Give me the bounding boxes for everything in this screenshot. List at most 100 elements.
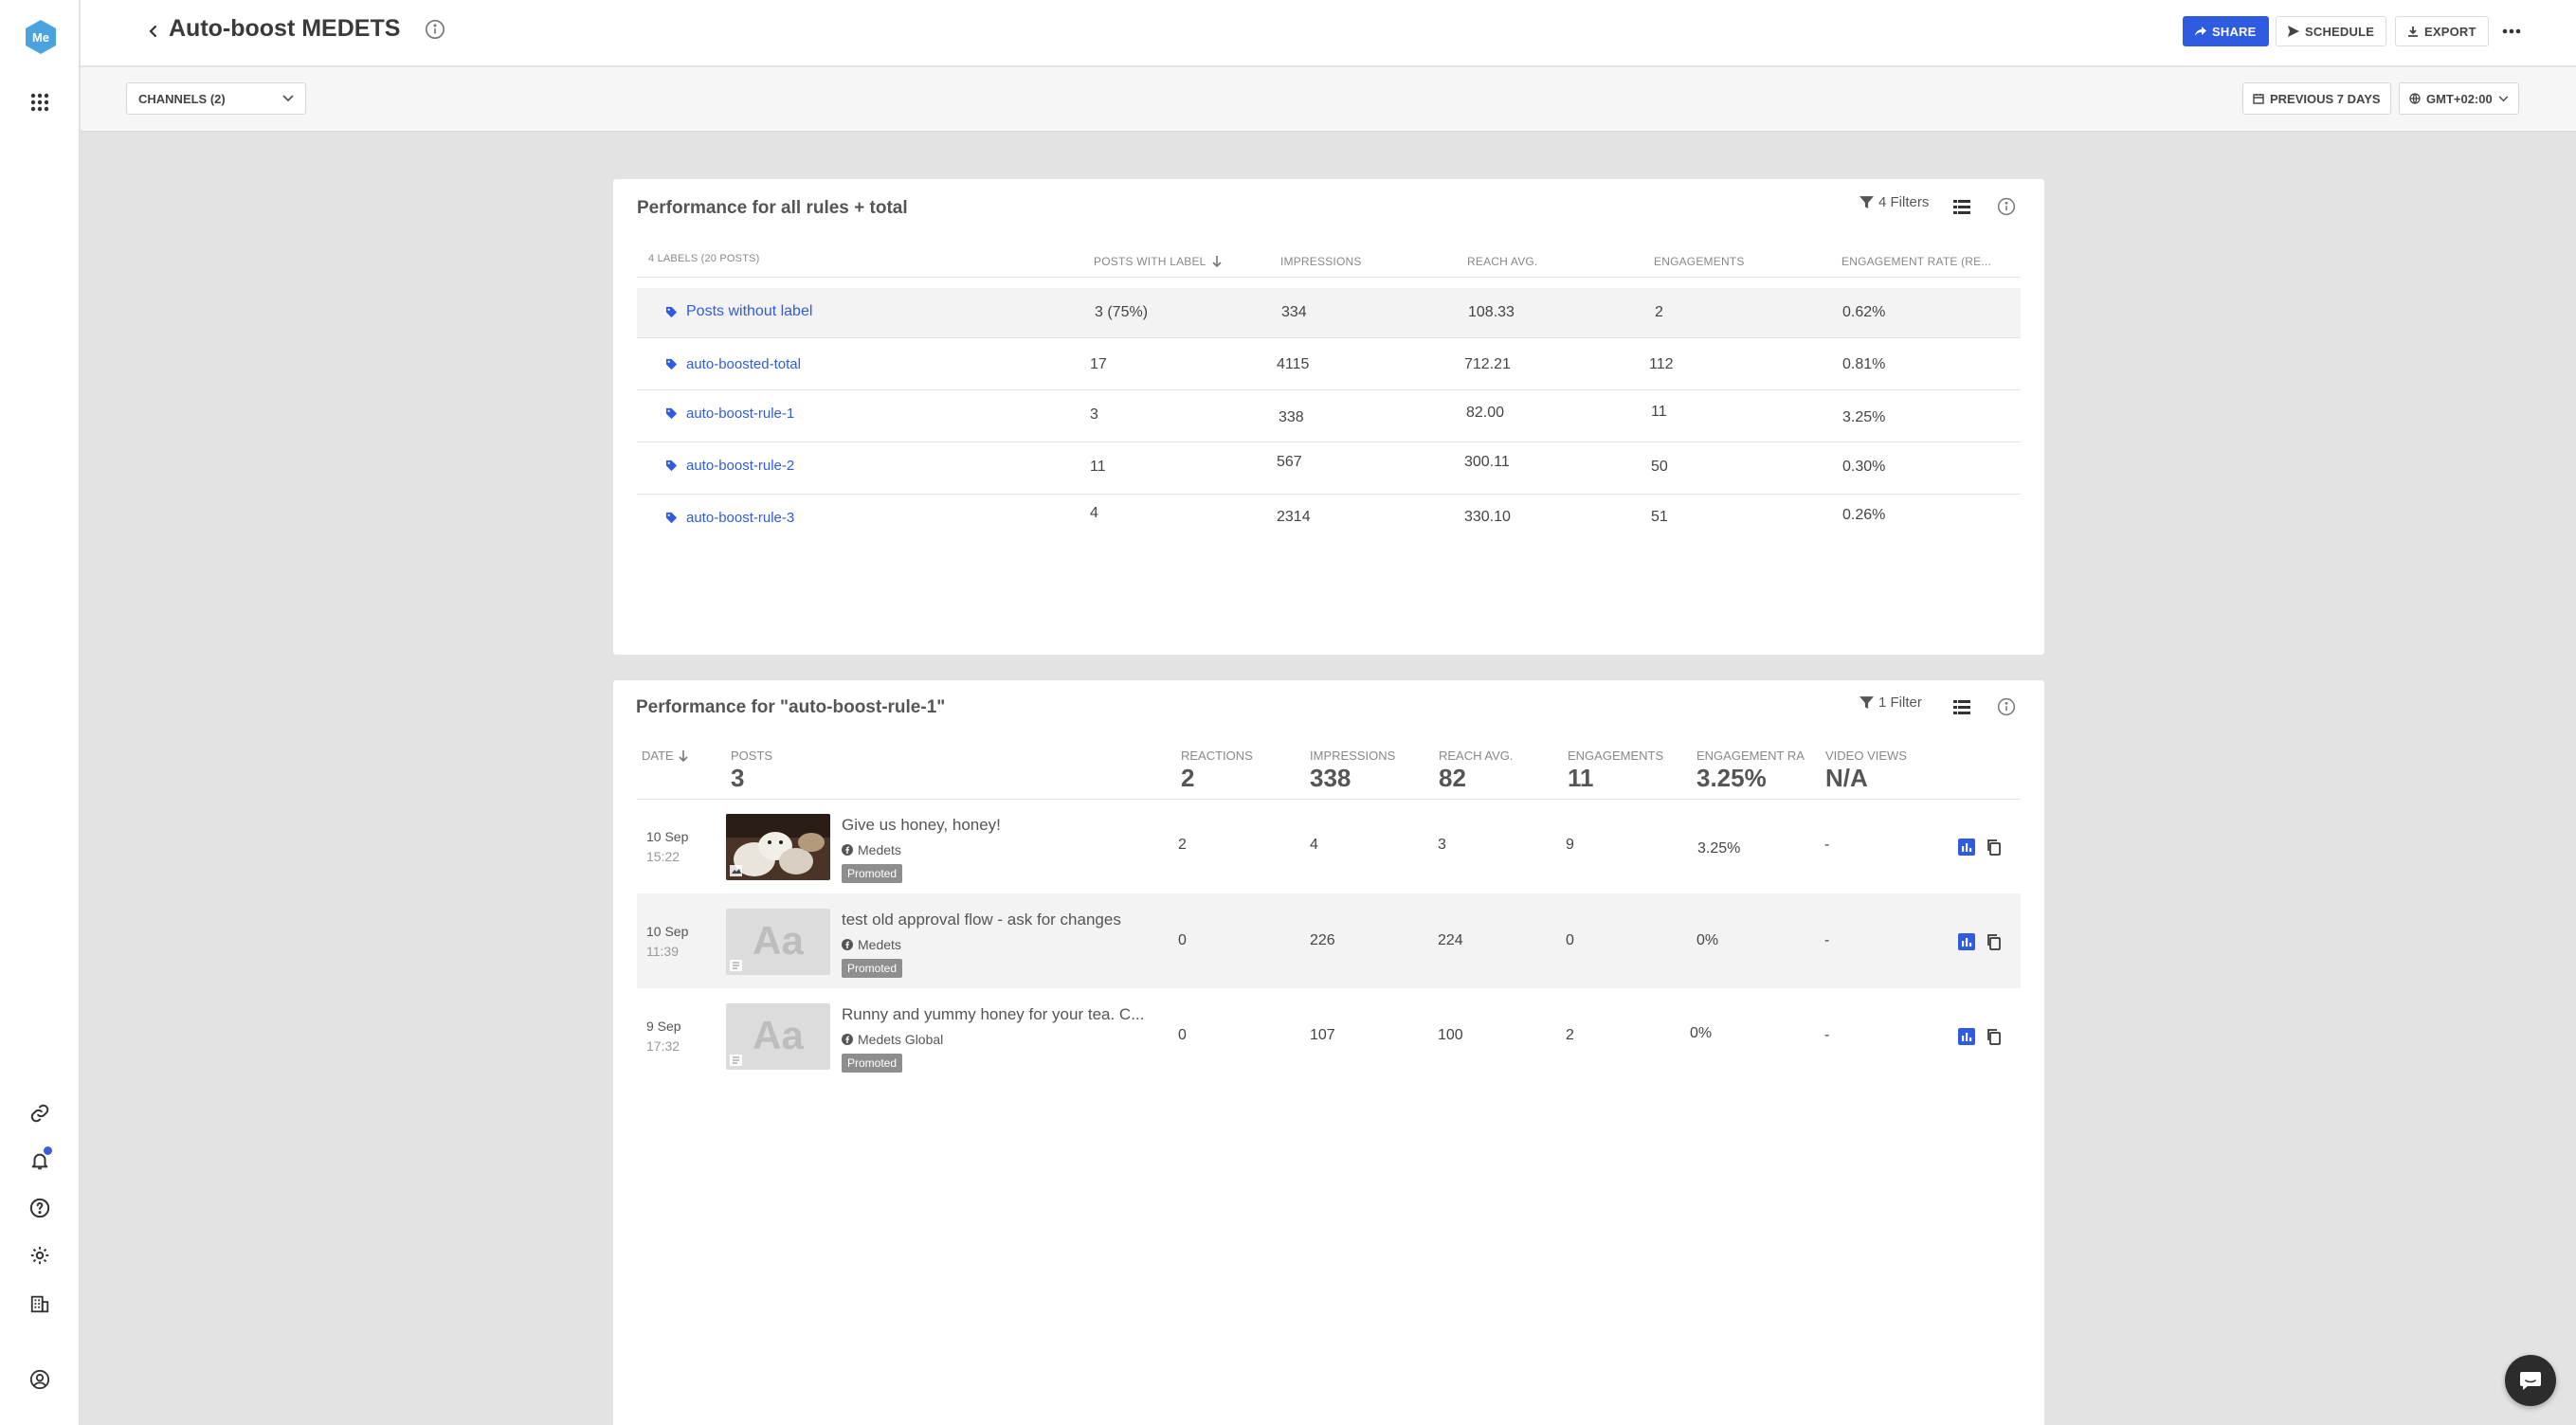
post-row[interactable]: 10 Sep 15:22 Give us honey, honey! Medet… (637, 799, 2021, 893)
post-title[interactable]: Runny and yummy honey for your tea. C... (842, 1005, 1144, 1024)
label-row[interactable]: auto-boosted-total 17 4115 712.21 112 0.… (637, 338, 2021, 390)
info-icon[interactable] (1994, 194, 2019, 219)
label-link[interactable]: auto-boosted-total (665, 356, 801, 372)
reactions-total: 2 (1181, 764, 1195, 792)
facebook-icon (842, 1034, 853, 1045)
copy-icon[interactable] (1984, 931, 2005, 952)
summary-table-header: 4 LABELS (20 POSTS) POSTS WITH LABEL IMP… (637, 242, 2021, 278)
post-date-time: 11:39 (646, 944, 679, 959)
col-date[interactable]: DATE (642, 749, 688, 763)
col-posts-with-label[interactable]: POSTS WITH LABEL (1094, 255, 1222, 268)
user-profile-icon[interactable] (26, 1365, 54, 1394)
label-row[interactable]: Posts without label 3 (75%) 334 108.33 2… (637, 288, 2021, 338)
rate-value: 0.81% (1842, 356, 1886, 372)
col-reactions-label: REACTIONS (1181, 749, 1253, 763)
engagements-value: 112 (1649, 356, 1674, 372)
col-engagements[interactable]: ENGAGEMENTS (1654, 255, 1745, 268)
filters-button[interactable]: 4 Filters (1859, 194, 1929, 210)
post-row[interactable]: 9 Sep 17:32 Aa Runny and yummy honey for… (637, 988, 2021, 1083)
post-channel: Medets (842, 937, 901, 952)
title-info-icon[interactable] (425, 19, 445, 45)
col-engagement-rate[interactable]: ENGAGEMENT RATE (RE... (1841, 255, 1991, 268)
summary-performance-card: Performance for all rules + total 4 Filt… (613, 179, 2044, 655)
col-engagements[interactable]: ENGAGEMENTS 11 (1568, 749, 1663, 793)
post-thumbnail-text[interactable]: Aa (726, 909, 830, 975)
col-impressions-label: IMPRESSIONS (1310, 749, 1396, 763)
post-insights-chart-icon[interactable] (1956, 1026, 1977, 1047)
engagements-value: 9 (1566, 837, 1574, 853)
label-row[interactable]: auto-boost-rule-3 4 2314 330.10 51 0.26% (637, 495, 2021, 547)
post-title[interactable]: test old approval flow - ask for changes (842, 911, 1121, 929)
col-engagement-rate[interactable]: ENGAGEMENT RA 3.25% (1696, 749, 1805, 793)
notifications-bell-icon[interactable] (26, 1146, 54, 1175)
schedule-button[interactable]: SCHEDULE (2276, 16, 2387, 46)
table-view-icon[interactable] (1950, 194, 1974, 219)
post-thumbnail-photo[interactable] (726, 814, 830, 880)
posts-value: 11 (1090, 459, 1106, 475)
date-range-button[interactable]: PREVIOUS 7 DAYS (2242, 82, 2391, 115)
organization-building-icon[interactable] (26, 1290, 54, 1318)
copy-icon[interactable] (1984, 1026, 2005, 1047)
label-link[interactable]: Posts without label (665, 303, 812, 320)
label-name: auto-boost-rule-2 (686, 458, 795, 474)
help-icon[interactable] (26, 1194, 54, 1222)
label-row[interactable]: auto-boost-rule-1 3 338 82.00 11 3.25% (637, 390, 2021, 442)
filters-button[interactable]: 1 Filter (1859, 694, 1922, 711)
table-view-icon[interactable] (1950, 694, 1974, 719)
posts-value: 3 (1090, 406, 1098, 423)
label-row[interactable]: auto-boost-rule-2 11 567 300.11 50 0.30% (637, 442, 2021, 495)
reach-value: 712.21 (1464, 356, 1511, 372)
reactions-value: 0 (1178, 932, 1187, 948)
engagements-value: 2 (1655, 304, 1663, 320)
chevron-down-icon (2498, 95, 2509, 101)
rate-value: 0% (1690, 1025, 1713, 1041)
channels-dropdown[interactable]: CHANNELS (2) (126, 82, 306, 115)
post-date-time: 15:22 (646, 849, 680, 864)
info-icon[interactable] (1994, 694, 2019, 719)
video-value: - (1824, 837, 1830, 853)
impressions-value: 2314 (1277, 509, 1311, 525)
link-icon[interactable] (26, 1099, 54, 1127)
col-reach-avg[interactable]: REACH AVG. (1467, 255, 1537, 268)
impressions-value: 338 (1279, 409, 1304, 425)
share-button[interactable]: SHARE (2183, 16, 2269, 46)
col-impressions[interactable]: IMPRESSIONS 338 (1310, 749, 1395, 793)
col-video-label: VIDEO VIEWS (1825, 749, 1907, 763)
export-button[interactable]: EXPORT (2395, 16, 2489, 46)
more-options-icon[interactable] (2495, 17, 2528, 45)
impressions-value: 567 (1277, 454, 1302, 470)
reactions-value: 0 (1178, 1027, 1187, 1043)
post-date: 10 Sep 11:39 (646, 922, 688, 962)
posts-table-header: DATE POSTS 3 REACTIONS 2 IMPRESSIONS 338… (637, 743, 2021, 800)
label-link[interactable]: auto-boost-rule-3 (665, 510, 794, 526)
col-posts[interactable]: POSTS 3 (731, 749, 772, 793)
post-thumbnail-text[interactable]: Aa (726, 1003, 830, 1070)
col-impressions[interactable]: IMPRESSIONS (1280, 255, 1362, 268)
timezone-dropdown[interactable]: GMT+02:00 (2399, 82, 2519, 115)
notification-dot (44, 1146, 52, 1155)
post-insights-chart-icon[interactable] (1956, 837, 1977, 857)
post-date-day: 10 Sep (646, 924, 689, 939)
app-logo[interactable]: Me (25, 19, 57, 55)
col-date-label: DATE (642, 749, 674, 763)
copy-icon[interactable] (1984, 837, 2005, 857)
label-link[interactable]: auto-boost-rule-1 (665, 406, 794, 422)
apps-grid-icon[interactable] (26, 88, 54, 117)
label-link[interactable]: auto-boost-rule-2 (665, 458, 794, 474)
reach-value: 100 (1438, 1027, 1463, 1043)
back-chevron-icon[interactable] (139, 17, 168, 45)
posts-value: 3 (75%) (1095, 304, 1149, 320)
engagements-value: 0 (1566, 932, 1574, 948)
export-label: EXPORT (2424, 24, 2476, 39)
chevron-down-icon (282, 95, 294, 102)
col-video-views[interactable]: VIDEO VIEWS N/A (1825, 749, 1907, 793)
col-reach[interactable]: REACH AVG. 82 (1439, 749, 1514, 793)
page-title: Auto-boost MEDETS (169, 15, 401, 42)
download-icon (2408, 27, 2418, 37)
post-insights-chart-icon[interactable] (1956, 931, 1977, 952)
col-reactions[interactable]: REACTIONS 2 (1181, 749, 1253, 793)
post-row[interactable]: 10 Sep 11:39 Aa test old approval flow -… (637, 893, 2021, 988)
chat-support-button[interactable] (2505, 1355, 2556, 1406)
settings-gear-icon[interactable] (26, 1241, 54, 1270)
post-title[interactable]: Give us honey, honey! (842, 816, 1001, 835)
